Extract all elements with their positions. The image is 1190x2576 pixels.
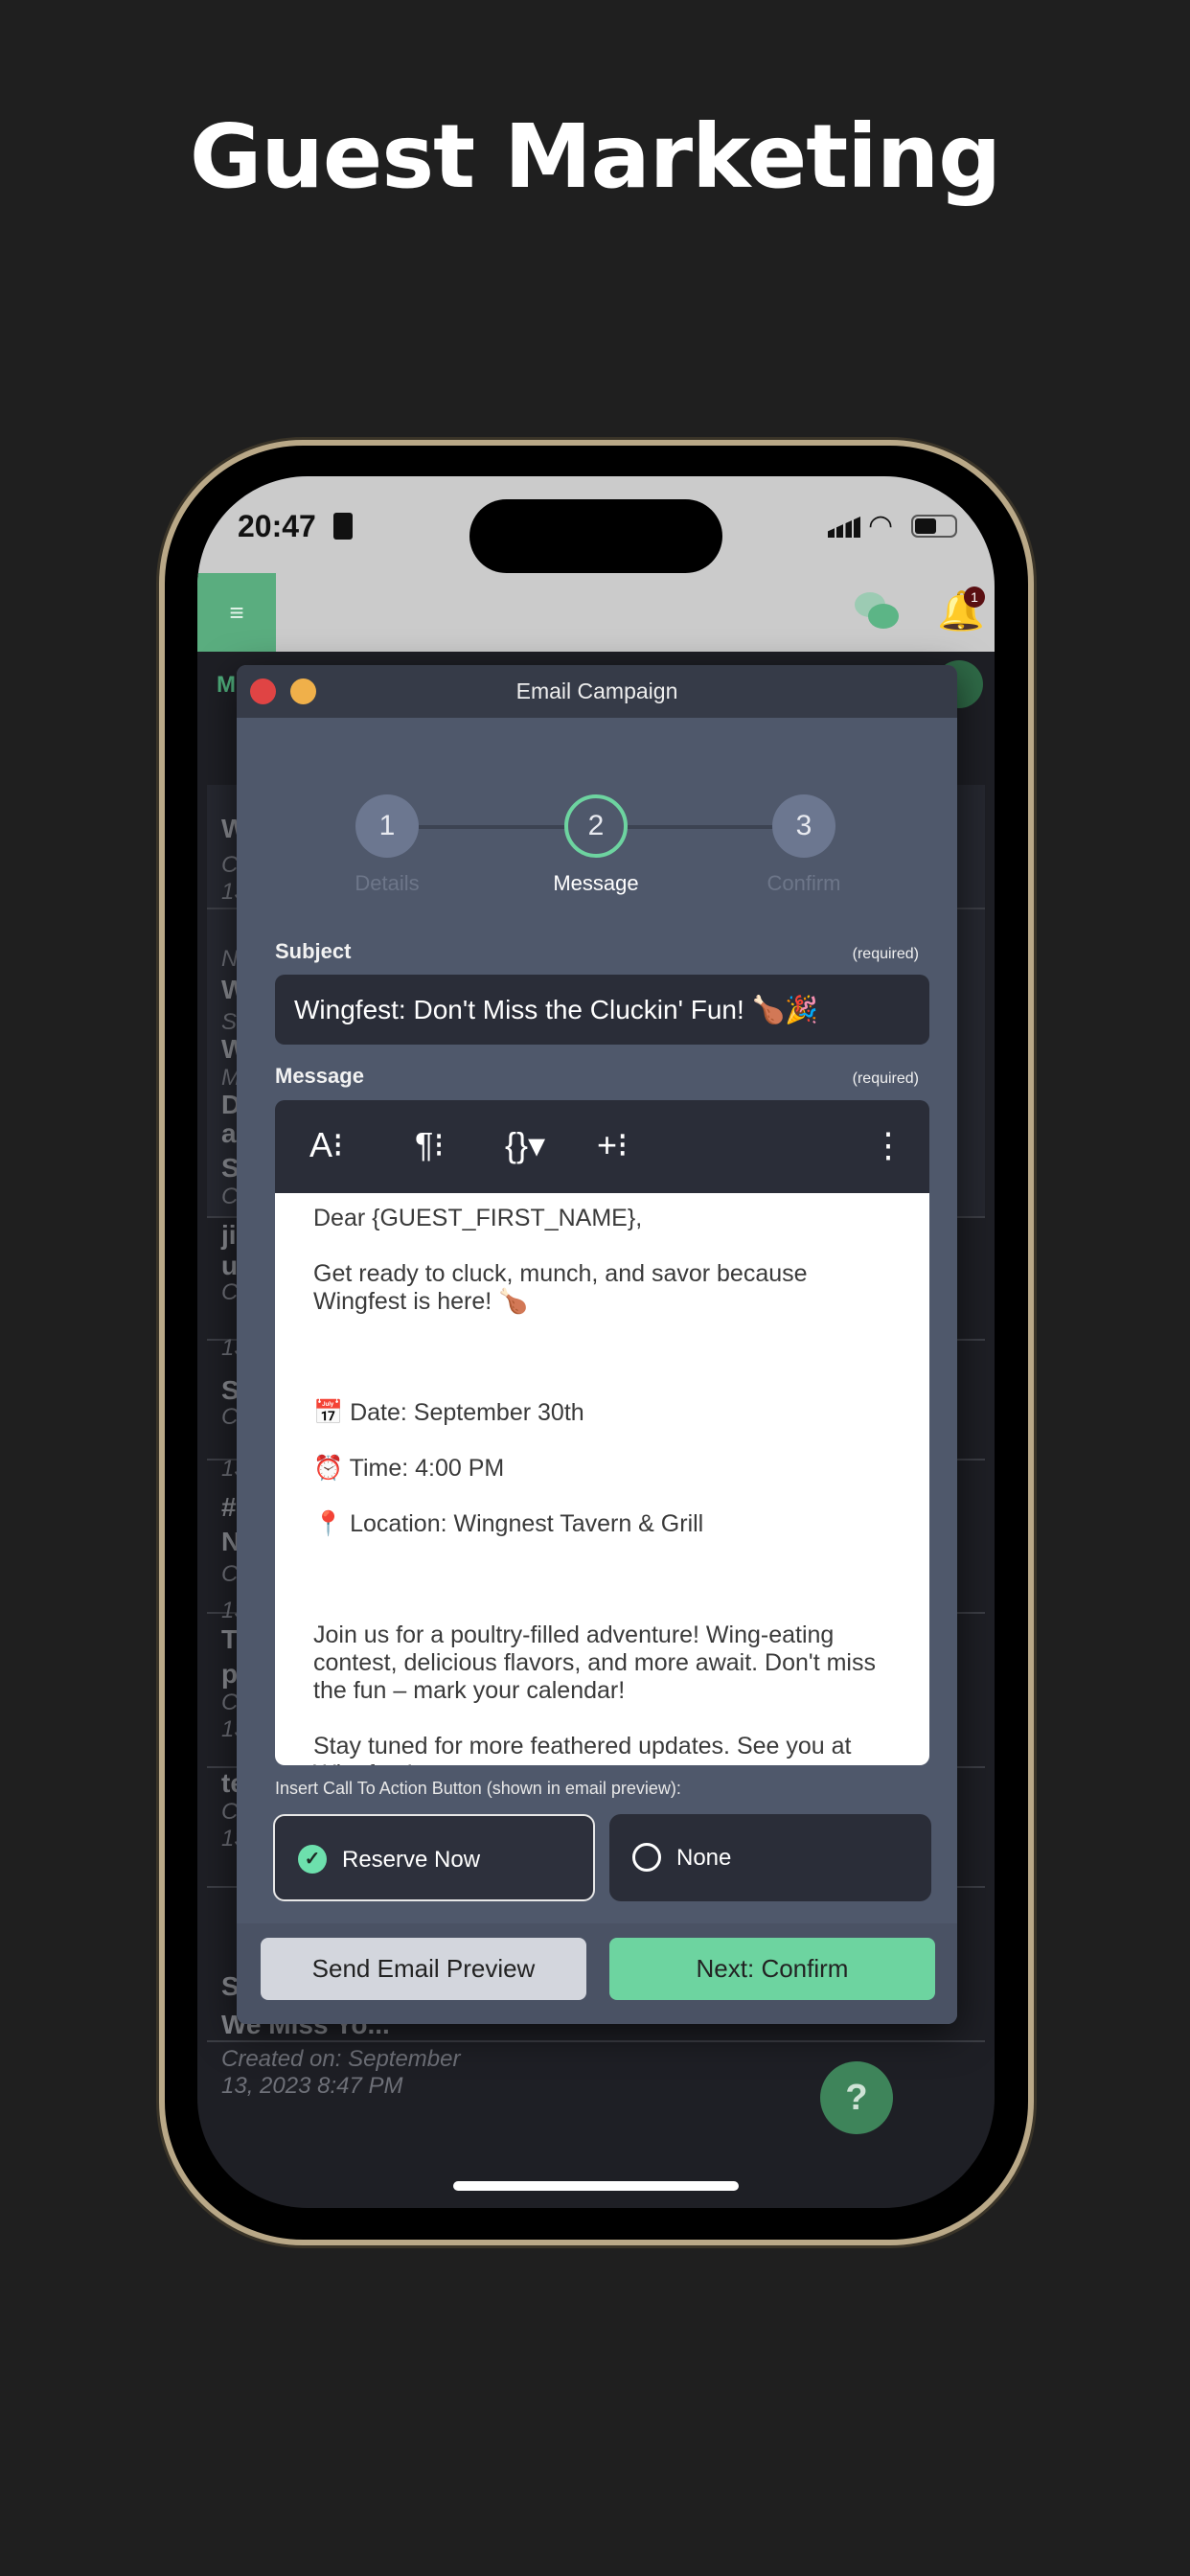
divider — [207, 2040, 985, 2042]
modal-footer: Send Email Preview Next: Confirm — [237, 1923, 957, 2024]
list-item-fragment: C — [221, 852, 239, 878]
signal-icon — [828, 517, 860, 538]
hamburger-menu-button[interactable]: ≡ — [197, 573, 276, 652]
step-1[interactable]: 1 — [355, 794, 419, 858]
step-label-message: Message — [553, 871, 639, 895]
radio-empty-icon — [632, 1843, 661, 1872]
chat-icon[interactable] — [855, 592, 899, 631]
text-format-icon[interactable]: A⁝ — [309, 1125, 343, 1165]
paragraph-icon[interactable]: ¶⁝ — [415, 1125, 445, 1165]
cta-label: Insert Call To Action Button (shown in e… — [275, 1779, 681, 1798]
notification-badge: 1 — [964, 586, 985, 608]
list-item-fragment: N — [221, 946, 239, 972]
merge-tags-icon[interactable]: {}▾ — [505, 1125, 545, 1165]
message-line: Stay tuned for more feathered updates. S… — [313, 1733, 852, 1765]
message-line — [313, 1344, 891, 1371]
section-letter: M — [217, 672, 236, 698]
list-item-created: Created on: September 13, 2023 8:47 PM — [221, 2046, 461, 2099]
step-label-details: Details — [355, 871, 420, 895]
list-item-fragment: C — [221, 1561, 239, 1587]
step-2[interactable]: 2 — [564, 794, 628, 858]
message-line: Join us for a poultry-filled adventure! … — [313, 1622, 876, 1704]
email-campaign-modal: Email Campaign 1 2 3 Details Message Con… — [237, 665, 957, 2024]
more-options-icon[interactable]: ⋮ — [871, 1125, 905, 1165]
message-line: 📅 Date: September 30th — [313, 1399, 584, 1426]
app-header: ≡ 🔔 1 — [197, 573, 995, 652]
list-item-fragment: p — [221, 1659, 239, 1689]
help-button[interactable]: ? — [820, 2061, 893, 2134]
message-editor[interactable]: Dear {GUEST_FIRST_NAME}, Get ready to cl… — [275, 1193, 929, 1765]
list-item-fragment: C — [221, 1690, 239, 1715]
step-3[interactable]: 3 — [772, 794, 835, 858]
status-time: 20:47 — [238, 509, 316, 543]
send-email-preview-button[interactable]: Send Email Preview — [261, 1938, 586, 2000]
cta-option-label: Reserve Now — [342, 1847, 481, 1873]
message-label: Message — [275, 1064, 364, 1088]
list-item-fragment: ji — [221, 1220, 237, 1250]
message-required: (required) — [852, 1070, 919, 1087]
message-line: Get ready to cluck, munch, and savor bec… — [313, 1260, 808, 1315]
message-line — [313, 1566, 891, 1594]
subject-required: (required) — [852, 946, 919, 962]
subject-input[interactable]: Wingfest: Don't Miss the Cluckin' Fun! 🍗… — [275, 975, 929, 1045]
home-indicator — [453, 2181, 739, 2191]
list-item-fragment: S — [221, 1009, 238, 1035]
wifi-icon: ◠ — [868, 510, 894, 541]
cta-option-label: None — [676, 1845, 732, 1871]
phone-screen: 20:47 ◠ ≡ 🔔 1 M W C 13 N W S W M Da S Cji u C 13 S C 13 #… — [197, 476, 995, 2208]
list-item-fragment: C — [221, 1799, 239, 1825]
editor-toolbar: A⁝ ¶⁝ {}▾ +⁝ ⋮ — [275, 1100, 929, 1193]
list-item-fragment: u — [221, 1251, 239, 1280]
next-confirm-button[interactable]: Next: Confirm — [609, 1938, 935, 2000]
list-item-fragment: T — [221, 1624, 239, 1654]
list-item-fragment: a — [221, 1118, 237, 1148]
insert-icon[interactable]: +⁝ — [597, 1125, 628, 1165]
modal-header: Email Campaign — [237, 665, 957, 718]
list-item-fragment: # — [221, 1492, 237, 1522]
contact-card-icon — [333, 513, 353, 540]
cta-option-none[interactable]: None — [609, 1814, 931, 1901]
cta-option-reserve-now[interactable]: ✓ Reserve Now — [273, 1814, 595, 1901]
step-label-confirm: Confirm — [767, 871, 841, 895]
list-item-fragment: C — [221, 1184, 239, 1209]
subject-label: Subject — [275, 939, 352, 963]
message-line: ⏰ Time: 4:00 PM — [313, 1455, 505, 1482]
message-line: Dear {GUEST_FIRST_NAME}, — [313, 1205, 643, 1231]
dynamic-island — [469, 499, 722, 573]
battery-icon — [911, 515, 957, 538]
list-item-fragment: C — [221, 1279, 239, 1305]
check-circle-icon: ✓ — [298, 1845, 327, 1874]
list-item-fragment: C — [221, 1404, 239, 1430]
status-bar: 20:47 ◠ — [197, 476, 995, 573]
page-title: Guest Marketing — [189, 105, 1001, 208]
modal-title: Email Campaign — [515, 678, 678, 703]
message-line: 📍 Location: Wingnest Tavern & Grill — [313, 1510, 704, 1537]
